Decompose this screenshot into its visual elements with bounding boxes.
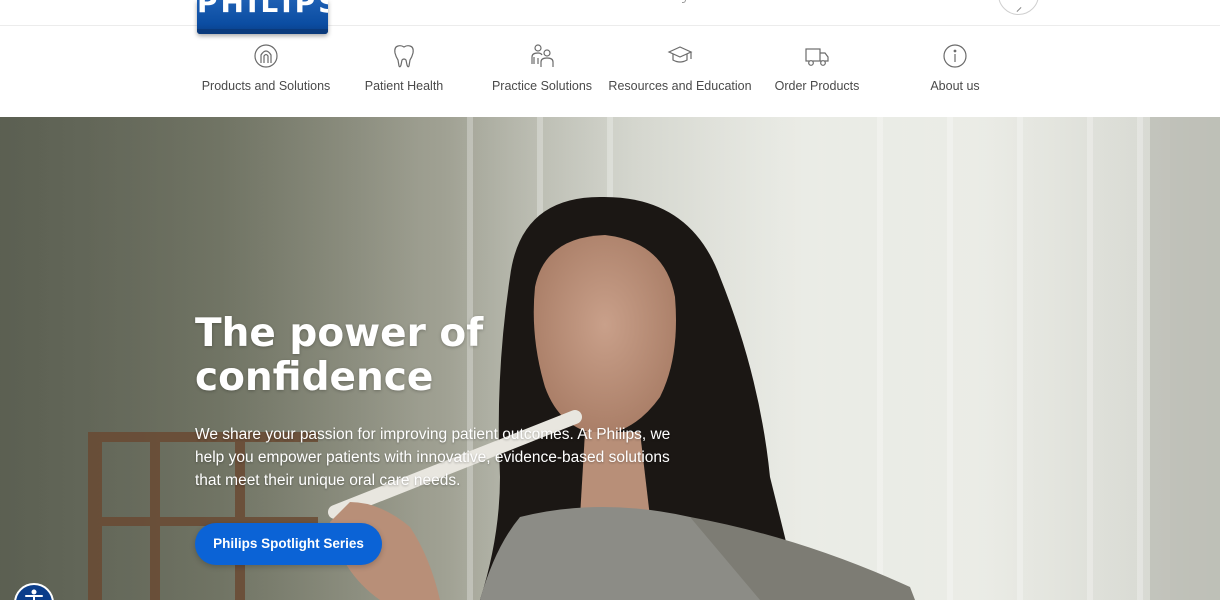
hero-title: The power of confidence <box>195 312 675 400</box>
nav-item-practice-solutions[interactable]: Practice Solutions <box>467 27 617 117</box>
nav-item-about-us[interactable]: About us <box>880 27 1030 117</box>
nav-item-order-products[interactable]: Order Products <box>742 27 892 117</box>
delivery-truck-icon <box>804 43 830 69</box>
nav-item-products-and-solutions[interactable]: Products and Solutions <box>191 27 341 117</box>
philips-logo[interactable]: PHILIPS <box>197 0 328 34</box>
tooth-icon <box>391 43 417 69</box>
accessibility-icon <box>25 589 43 600</box>
top-header: PHILIPS <box>0 0 1220 34</box>
hero-content: The power of confidence We share your pa… <box>195 117 715 600</box>
logo-stripe <box>197 29 328 34</box>
hero-description: We share your passion for improving pati… <box>195 426 671 489</box>
nav-label: Products and Solutions <box>201 79 331 93</box>
team-icon <box>529 43 555 69</box>
product-icon <box>253 43 279 69</box>
nav-label: Order Products <box>774 79 860 93</box>
nav-label: Patient Health <box>364 79 444 93</box>
spotlight-series-button[interactable]: Philips Spotlight Series <box>195 523 382 565</box>
hero-title-line2: confidence <box>195 355 434 400</box>
nav-label: Practice Solutions <box>491 79 593 93</box>
hero-banner: The power of confidence We share your pa… <box>0 117 1220 600</box>
hero-title-line1: The power of <box>195 311 484 356</box>
search-button[interactable] <box>998 0 1039 15</box>
graduation-cap-icon <box>667 43 693 69</box>
logo-wordmark: PHILIPS <box>197 0 328 19</box>
info-icon <box>942 43 968 69</box>
nav-label: About us <box>930 79 980 93</box>
category-navigation: Products and Solutions Patient Health Pr… <box>0 27 1220 117</box>
nav-label: Resources and Education <box>608 79 752 93</box>
nav-item-patient-health[interactable]: Patient Health <box>329 27 479 117</box>
top-menu-fragment <box>682 0 686 3</box>
nav-item-resources-and-education[interactable]: Resources and Education <box>605 27 755 117</box>
